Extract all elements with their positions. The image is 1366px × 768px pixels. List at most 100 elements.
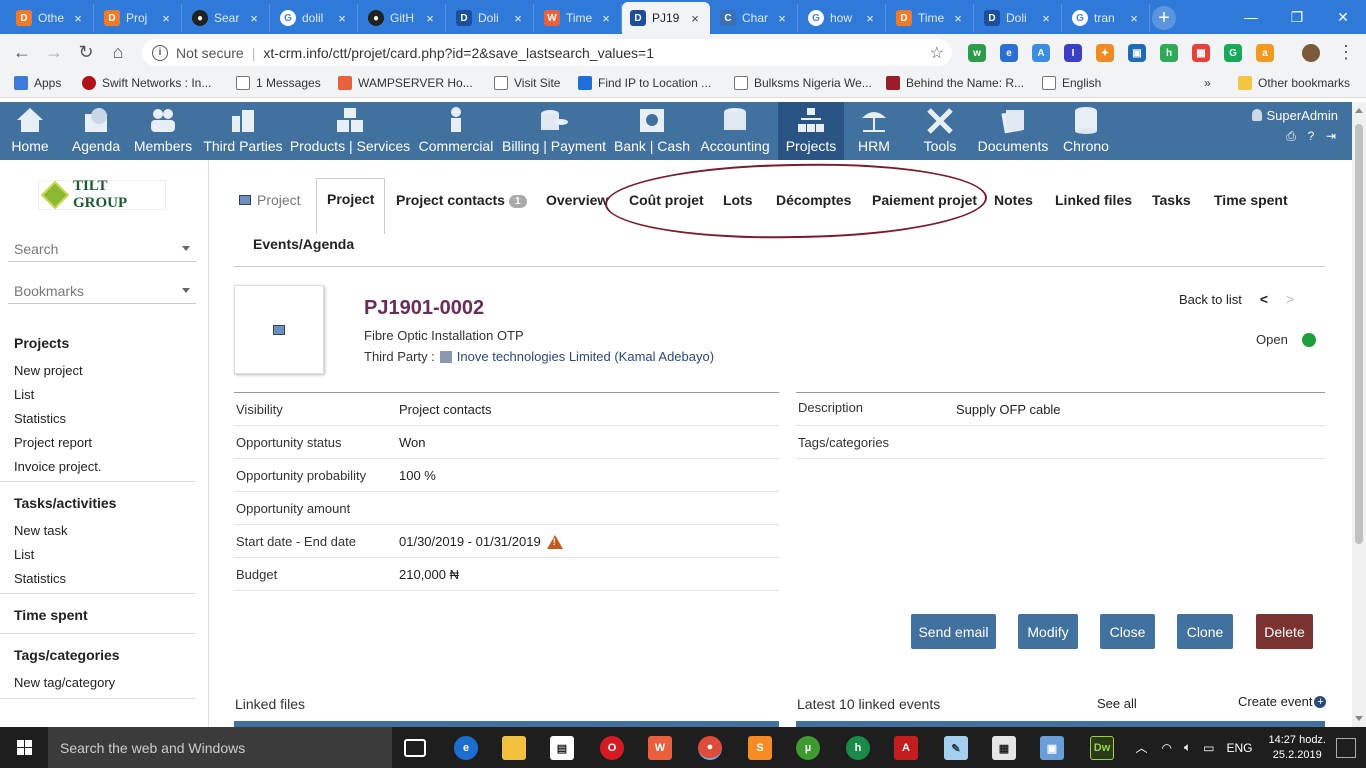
browser-tab[interactable]: D Othe × xyxy=(8,4,94,32)
close-icon[interactable]: × xyxy=(863,11,877,26)
bookmark-apps[interactable]: Apps xyxy=(14,76,61,90)
clock[interactable]: 14:27 hodz. 25.2.2019 xyxy=(1269,733,1327,763)
bookmark-item[interactable]: Behind the Name: R... xyxy=(886,76,1024,90)
action-center-icon[interactable] xyxy=(1336,737,1356,758)
chevron-right-icon[interactable]: > xyxy=(1286,291,1294,307)
menu-hrm[interactable]: HRM xyxy=(850,102,898,160)
browser-tab[interactable]: D Proj × xyxy=(96,4,182,32)
username[interactable]: SuperAdmin xyxy=(1266,108,1338,123)
sidebar-item-invoice-project[interactable]: Invoice project. xyxy=(14,459,101,474)
minimize-button[interactable]: — xyxy=(1228,4,1274,30)
close-icon[interactable]: × xyxy=(1039,11,1053,26)
utorrent-icon[interactable]: µ xyxy=(796,736,820,760)
browser-tab[interactable]: D Doli × xyxy=(976,4,1062,32)
browser-tab[interactable]: Gtran × xyxy=(1064,4,1150,32)
close-icon[interactable]: × xyxy=(688,11,702,26)
bookmarks-overflow-button[interactable]: » xyxy=(1204,76,1211,90)
reload-button[interactable]: ↻ xyxy=(74,40,98,64)
message-icon[interactable]: ▭ xyxy=(1203,741,1214,755)
menu-accounting[interactable]: Accounting xyxy=(698,102,772,160)
chevron-left-icon[interactable]: < xyxy=(1260,291,1268,307)
bookmark-item[interactable]: English xyxy=(1042,76,1101,90)
close-icon[interactable]: × xyxy=(599,11,613,26)
forward-button[interactable]: → xyxy=(42,40,66,64)
sidebar-heading-tasks[interactable]: Tasks/activities xyxy=(14,495,116,511)
sidebar-item-new-task[interactable]: New task xyxy=(14,523,67,538)
acrobat-icon[interactable]: A xyxy=(894,736,918,760)
menu-icon[interactable]: ⋮ xyxy=(1334,40,1358,64)
sidebar-item-new-tag[interactable]: New tag/category xyxy=(14,675,115,690)
tab-time-spent[interactable]: Time spent xyxy=(1214,192,1288,208)
edge-icon[interactable]: e xyxy=(454,736,478,760)
close-icon[interactable]: × xyxy=(951,11,965,26)
third-party-link[interactable]: Inove technologies Limited (Kamal Adebay… xyxy=(457,349,714,364)
back-to-list-link[interactable]: Back to list xyxy=(1179,292,1242,307)
close-icon[interactable]: × xyxy=(511,11,525,26)
browser-tab-active[interactable]: D PJ19 × xyxy=(622,2,710,34)
tab-tasks[interactable]: Tasks xyxy=(1152,192,1191,208)
sidebar-item-statistics[interactable]: Statistics xyxy=(14,571,66,586)
tab-events-agenda[interactable]: Events/Agenda xyxy=(253,236,354,252)
menu-products-services[interactable]: Products | Services xyxy=(290,102,410,160)
sidebar-heading-time-spent[interactable]: Time spent xyxy=(14,607,88,623)
bookmark-item[interactable]: Bulksms Nigeria We... xyxy=(734,76,872,90)
menu-projects[interactable]: Projects xyxy=(778,102,844,160)
menu-members[interactable]: Members xyxy=(132,102,194,160)
network-folder-icon[interactable]: ▣ xyxy=(1040,736,1064,760)
extension-icon[interactable]: e xyxy=(1000,44,1018,62)
messaging-icon[interactable]: h xyxy=(846,736,870,760)
volume-icon[interactable]: 🔈︎ xyxy=(1184,740,1191,755)
bookmark-item[interactable]: Find IP to Location ... xyxy=(578,76,711,90)
logout-icon[interactable]: ⇥ xyxy=(1324,129,1338,143)
close-icon[interactable]: × xyxy=(159,11,173,26)
extension-icon[interactable]: ▦ xyxy=(1192,44,1210,62)
see-all-link[interactable]: See all xyxy=(1097,696,1137,711)
menu-home[interactable]: Home xyxy=(6,102,54,160)
clone-button[interactable]: Clone xyxy=(1177,614,1233,649)
search-dropdown[interactable]: Search xyxy=(8,236,196,262)
tab-linked-files[interactable]: Linked files xyxy=(1055,192,1132,208)
tab-notes[interactable]: Notes xyxy=(994,192,1033,208)
menu-billing-payment[interactable]: Billing | Payment xyxy=(502,102,606,160)
scroll-up-icon[interactable] xyxy=(1355,108,1363,113)
chrome-icon[interactable]: ● xyxy=(698,736,722,760)
file-explorer-icon[interactable] xyxy=(502,736,526,760)
menu-third-parties[interactable]: Third Parties xyxy=(200,102,286,160)
back-button[interactable]: ← xyxy=(10,40,34,64)
close-button[interactable]: Close xyxy=(1100,614,1155,649)
delete-button[interactable]: Delete xyxy=(1256,614,1313,649)
extension-icon[interactable]: a xyxy=(1256,44,1274,62)
bookmarks-dropdown[interactable]: Bookmarks xyxy=(8,278,196,304)
printer-icon[interactable]: ⎙ xyxy=(1284,129,1298,143)
close-icon[interactable]: × xyxy=(71,11,85,26)
modify-button[interactable]: Modify xyxy=(1018,614,1078,649)
menu-documents[interactable]: Documents xyxy=(976,102,1050,160)
wamp-icon[interactable]: W xyxy=(648,736,672,760)
tab-overview[interactable]: Overview xyxy=(546,192,608,208)
restore-button[interactable]: ❐ xyxy=(1274,4,1320,30)
home-button[interactable]: ⌂ xyxy=(106,40,130,64)
notes-icon[interactable]: ✎ xyxy=(944,736,968,760)
new-tab-button[interactable]: + xyxy=(1152,6,1176,30)
info-icon[interactable]: i xyxy=(152,44,168,61)
hangouts-icon[interactable]: h xyxy=(1160,44,1178,62)
address-bar[interactable]: i Not secure | xt-crm.info/ctt/projet/ca… xyxy=(142,39,952,66)
extension-icon[interactable]: ✦ xyxy=(1096,44,1114,62)
menu-tools[interactable]: Tools xyxy=(912,102,968,160)
close-icon[interactable]: × xyxy=(335,11,349,26)
bookmark-item[interactable]: Visit Site xyxy=(494,76,560,90)
dreamweaver-icon[interactable]: Dw xyxy=(1090,736,1114,760)
scroll-down-icon[interactable] xyxy=(1355,716,1363,721)
browser-tab[interactable]: D Time × xyxy=(888,4,974,32)
browser-tab[interactable]: Ghow × xyxy=(800,4,886,32)
tab-project-contacts[interactable]: Project contacts 1 xyxy=(396,192,527,208)
grammarly-icon[interactable]: G xyxy=(1224,44,1242,62)
chevron-up-icon[interactable]: ︿ xyxy=(1135,739,1147,756)
tab-project[interactable]: Project xyxy=(316,178,386,234)
wifi-icon[interactable]: ◠ xyxy=(1161,741,1171,755)
close-icon[interactable]: × xyxy=(423,11,437,26)
extension-icon[interactable]: ▣ xyxy=(1128,44,1146,62)
task-view-icon[interactable] xyxy=(404,739,426,757)
profile-avatar[interactable] xyxy=(1302,44,1320,62)
create-event-button[interactable]: Create event + xyxy=(1238,694,1327,709)
